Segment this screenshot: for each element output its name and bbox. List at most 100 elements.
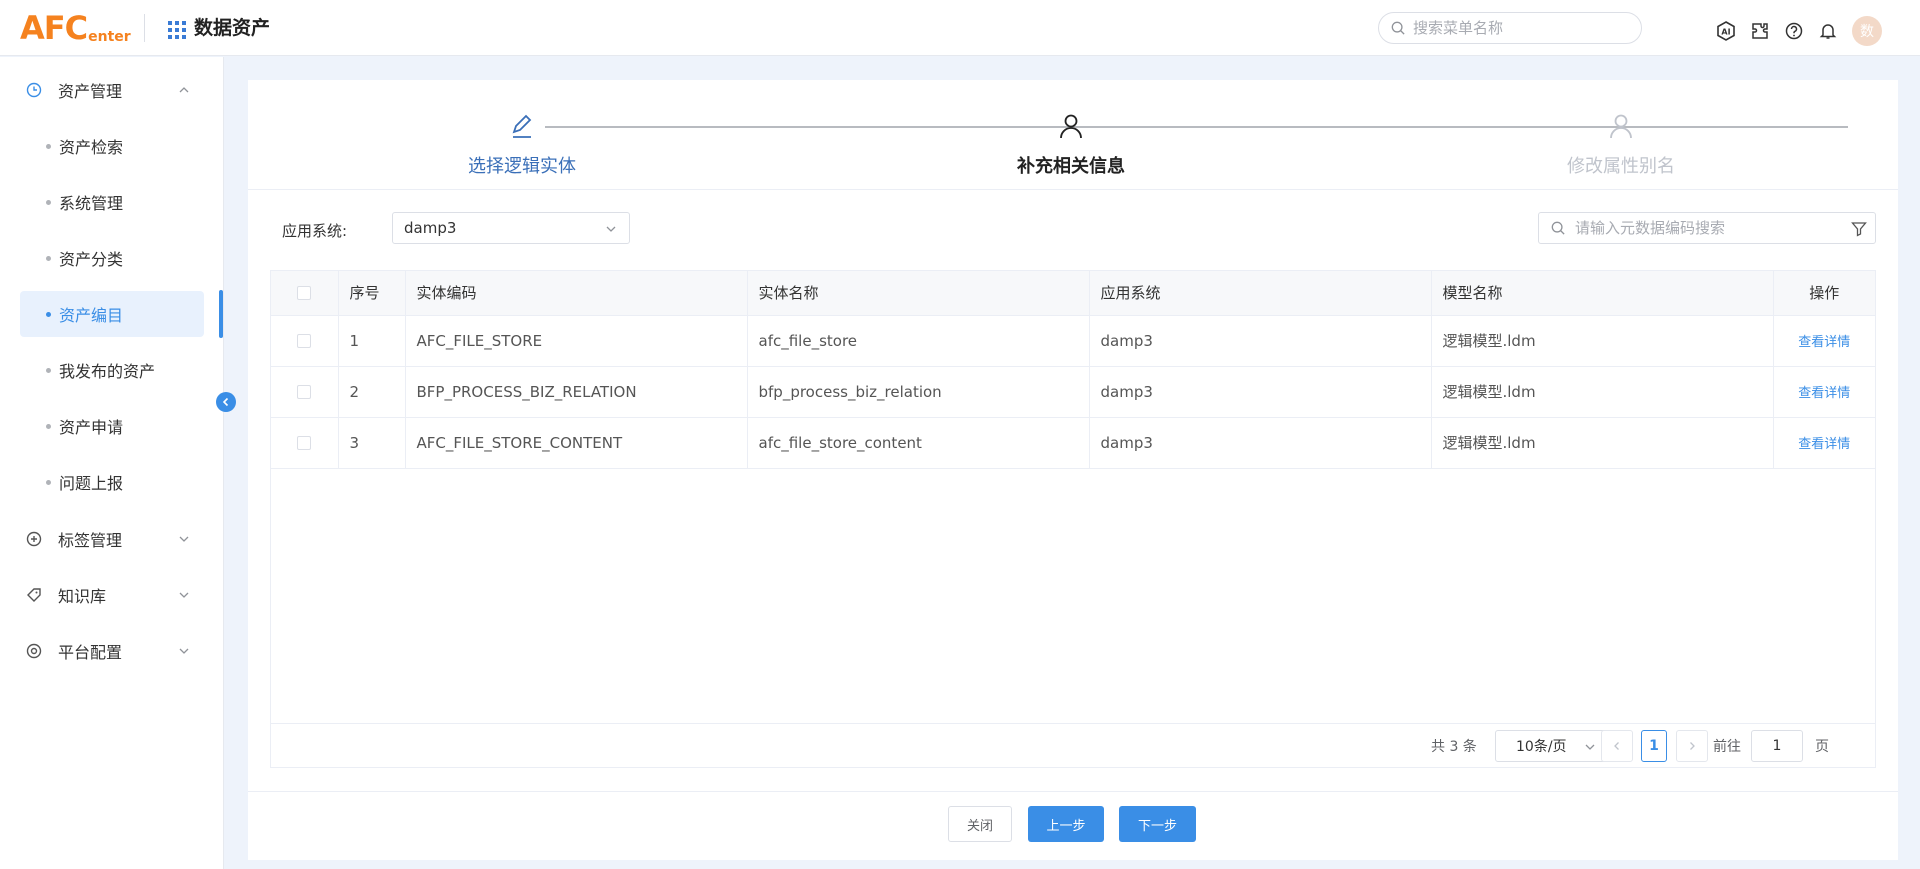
entity-table: 序号 实体编码 实体名称 应用系统 模型名称 操作 1 AFC_FILE_STO… [270, 270, 1876, 768]
cell-index: 1 [338, 315, 406, 367]
view-details-link[interactable]: 查看详情 [1798, 386, 1850, 401]
chevron-left-icon [1614, 742, 1619, 750]
apps-grid-icon[interactable] [168, 21, 186, 39]
step-select-entity: 选择逻辑实体 [402, 112, 642, 178]
menu-group-label: 资产管理 [58, 82, 123, 101]
menu-group-asset-management[interactable]: 资产管理 [0, 70, 224, 110]
cell-system: damp3 [1089, 366, 1432, 418]
user-icon [1610, 114, 1632, 139]
help-icon[interactable] [1782, 19, 1806, 43]
sidebar-item-issue-report[interactable]: 问题上报 [20, 459, 204, 505]
settings-icon [26, 643, 42, 659]
step-label: 补充相关信息 [1017, 156, 1125, 177]
bullet-dot [46, 311, 51, 317]
goto-label: 前往 [1713, 739, 1741, 755]
menu-search-input[interactable] [1413, 19, 1613, 37]
top-header: AFC enter 数据资产 AI 数 [0, 0, 1920, 56]
select-all-cell [271, 271, 339, 316]
app-system-select[interactable]: damp3 [392, 212, 630, 244]
sidebar-item-asset-search[interactable]: 资产检索 [20, 123, 204, 169]
step-label: 选择逻辑实体 [468, 156, 576, 177]
pagination: 共 3 条 10条/页 1 前往 1 页 [271, 723, 1875, 768]
sidebar-item-asset-request[interactable]: 资产申请 [20, 403, 204, 449]
cell-model: 逻辑模型.ldm [1431, 366, 1774, 418]
goto-page-input[interactable]: 1 [1751, 730, 1803, 762]
cell-name: afc_file_store [747, 315, 1090, 367]
chevron-down-icon [606, 226, 616, 232]
cell-code: AFC_FILE_STORE_CONTENT [405, 417, 748, 469]
bullet-dot [46, 367, 51, 373]
edit-pen-icon [512, 114, 532, 138]
row-checkbox[interactable] [297, 334, 312, 348]
select-all-checkbox[interactable] [297, 286, 312, 301]
sidebar-item-my-published[interactable]: 我发布的资产 [20, 347, 204, 393]
table-row: 3 AFC_FILE_STORE_CONTENT afc_file_store_… [271, 417, 1875, 469]
menu-group-knowledge-base[interactable]: 知识库 [0, 575, 224, 615]
chevron-down-icon [1585, 744, 1595, 750]
sidebar-collapse-button[interactable] [216, 392, 236, 412]
chevron-down-icon [179, 648, 189, 654]
page-size-select[interactable]: 10条/页 [1495, 730, 1607, 762]
column-header: 操作 [1773, 271, 1875, 316]
app-system-label: 应用系统: [282, 222, 348, 240]
cell-system: damp3 [1089, 315, 1432, 367]
table-row: 2 BFP_PROCESS_BIZ_RELATION bfp_process_b… [271, 366, 1875, 418]
footer-actions: 关闭 上一步 下一步 [248, 791, 1898, 860]
row-checkbox[interactable] [297, 385, 312, 399]
sidebar: 资产管理 资产检索 系统管理 资产分类 资产编目 我发布的资产 资产申请 问题上… [0, 57, 224, 869]
column-header: 实体编码 [405, 271, 748, 316]
menu-group-platform-config[interactable]: 平台配置 [0, 631, 224, 671]
step-supplement-info: 补充相关信息 [951, 112, 1191, 178]
menu-group-label: 平台配置 [58, 643, 123, 662]
search-icon [1391, 21, 1405, 35]
logo[interactable]: AFC enter [20, 8, 131, 48]
close-button[interactable]: 关闭 [948, 806, 1012, 842]
row-checkbox[interactable] [297, 436, 312, 450]
next-step-button[interactable]: 下一步 [1119, 806, 1196, 842]
bullet-dot [46, 255, 51, 261]
view-details-link[interactable]: 查看详情 [1798, 437, 1850, 452]
metadata-search[interactable] [1538, 212, 1876, 244]
sidebar-item-asset-catalog[interactable]: 资产编目 [20, 291, 204, 337]
sidebar-item-asset-category[interactable]: 资产分类 [20, 235, 204, 281]
column-header: 应用系统 [1089, 271, 1432, 316]
menu-group-tag-management[interactable]: 标签管理 [0, 519, 224, 559]
column-header: 实体名称 [747, 271, 1090, 316]
avatar[interactable]: 数 [1852, 16, 1882, 46]
logo-small-text: enter [88, 29, 131, 45]
sidebar-item-system-management[interactable]: 系统管理 [20, 179, 204, 225]
chevron-left-icon [222, 397, 229, 407]
metadata-search-input[interactable] [1575, 219, 1845, 237]
next-page-button[interactable] [1676, 730, 1708, 762]
clock-icon [26, 82, 42, 98]
header-divider [144, 14, 145, 42]
table-row: 1 AFC_FILE_STORE afc_file_store damp3 逻辑… [271, 315, 1875, 367]
plugin-icon[interactable] [1748, 19, 1772, 43]
column-header: 模型名称 [1431, 271, 1774, 316]
app-title: 数据资产 [194, 17, 271, 39]
step-label: 修改属性别名 [1567, 156, 1675, 177]
cell-name: afc_file_store_content [747, 417, 1090, 469]
page-size-value: 10条/页 [1516, 739, 1567, 755]
active-indicator [219, 290, 223, 338]
svg-text:AI: AI [1721, 28, 1730, 37]
prev-step-button[interactable]: 上一步 [1028, 806, 1104, 842]
column-header: 序号 [338, 271, 406, 316]
cell-model: 逻辑模型.ldm [1431, 417, 1774, 469]
cell-system: damp3 [1089, 417, 1432, 469]
page-number-current[interactable]: 1 [1641, 730, 1667, 762]
bell-icon[interactable] [1816, 19, 1840, 43]
prev-page-button[interactable] [1601, 730, 1633, 762]
ai-icon[interactable]: AI [1714, 19, 1738, 43]
main-card: 选择逻辑实体 补充相关信息 修改属性别名 应用系统: damp3 请输入元数据编… [248, 80, 1898, 860]
menu-search[interactable] [1378, 12, 1642, 44]
menu-group-label: 标签管理 [58, 531, 123, 550]
bullet-dot [46, 423, 51, 429]
filter-icon[interactable] [1851, 221, 1867, 237]
cell-code: AFC_FILE_STORE [405, 315, 748, 367]
bullet-dot [46, 479, 51, 485]
bullet-dot [46, 143, 51, 149]
view-details-link[interactable]: 查看详情 [1798, 335, 1850, 350]
cell-index: 2 [338, 366, 406, 418]
logo-big-text: AFC [20, 9, 88, 47]
